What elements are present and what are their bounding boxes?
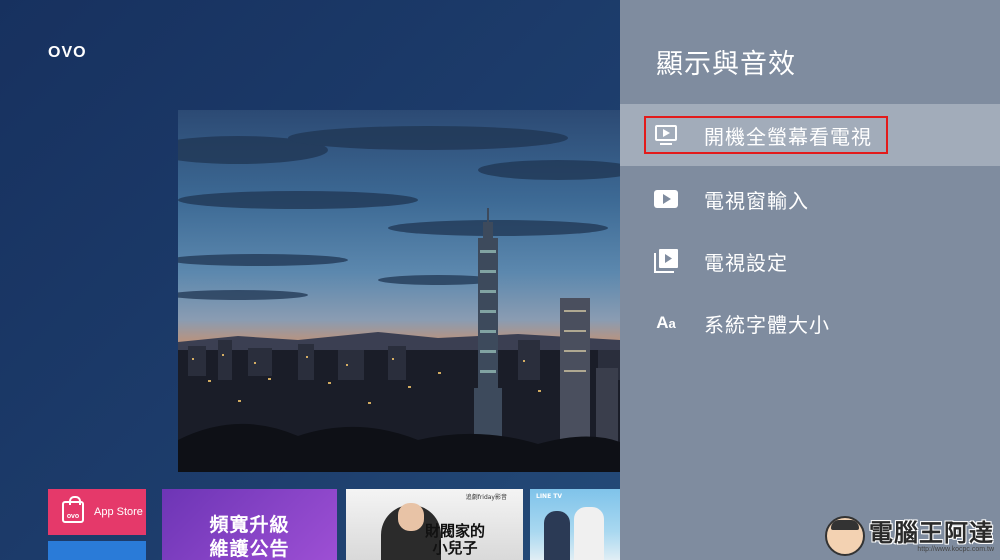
panel-title: 顯示與音效: [656, 49, 796, 80]
drama-title: 財閥家的小兒子: [424, 522, 485, 557]
ovo-logo: OVO: [48, 44, 87, 61]
site-watermark: 電腦王阿達 http://www.kocpc.com.tw: [825, 516, 994, 556]
menu-item-tv-window-input[interactable]: 電視窗輸入: [620, 168, 1000, 230]
watermark-url: http://www.kocpc.com.tw: [917, 545, 994, 553]
font-size-icon: Aa: [656, 313, 676, 332]
promo-figure-2: [574, 507, 604, 560]
app-store-tile[interactable]: OVO App Store: [48, 489, 146, 535]
menu-item-fullscreen-tv-on-boot[interactable]: 開機全螢幕看電視: [620, 104, 1000, 166]
taipei-skyline-illustration: [178, 126, 620, 472]
menu-item-label: 電視窗輸入: [704, 188, 809, 213]
tv-screen-icon: [654, 123, 678, 147]
playlist-play-icon: [654, 249, 678, 273]
secondary-app-tile[interactable]: [48, 541, 146, 560]
notice-line-1: 頻寬升級: [209, 514, 290, 536]
display-sound-settings-panel: 顯示與音效 開機全螢幕看電視 電視窗輸入 電視設定 A a 系統字體大小: [620, 0, 1000, 560]
promo-figure-1: [544, 511, 570, 560]
linetv-brand: LINE TV: [536, 493, 563, 500]
menu-item-label: 系統字體大小: [704, 312, 830, 337]
linetv-promo-tile[interactable]: LINE TV: [530, 489, 620, 560]
watermark-text: 電腦王阿達: [869, 518, 994, 547]
drama-brand: 追劇friday影音: [465, 494, 507, 501]
drama-promo-tile[interactable]: 追劇friday影音 財閥家的小兒子: [346, 489, 523, 560]
bandwidth-notice-tile[interactable]: 頻寬升級 維護公告: [162, 489, 337, 560]
menu-item-tv-settings[interactable]: 電視設定: [620, 230, 1000, 292]
play-icon: [654, 187, 678, 211]
menu-item-label: 開機全螢幕看電視: [704, 124, 872, 149]
notice-line-2: 維護公告: [209, 538, 290, 560]
app-store-label: App Store: [94, 506, 143, 518]
menu-item-system-font-size[interactable]: Aa 系統字體大小: [620, 292, 1000, 354]
app-tile-row: OVO App Store 頻寬升級 維護公告 追劇friday影音 財閥家的小…: [48, 489, 620, 560]
shopping-bag-icon: OVO: [62, 496, 84, 523]
mascot-icon: [825, 516, 865, 556]
menu-item-label: 電視設定: [704, 250, 788, 275]
featured-preview-image[interactable]: [178, 110, 620, 472]
